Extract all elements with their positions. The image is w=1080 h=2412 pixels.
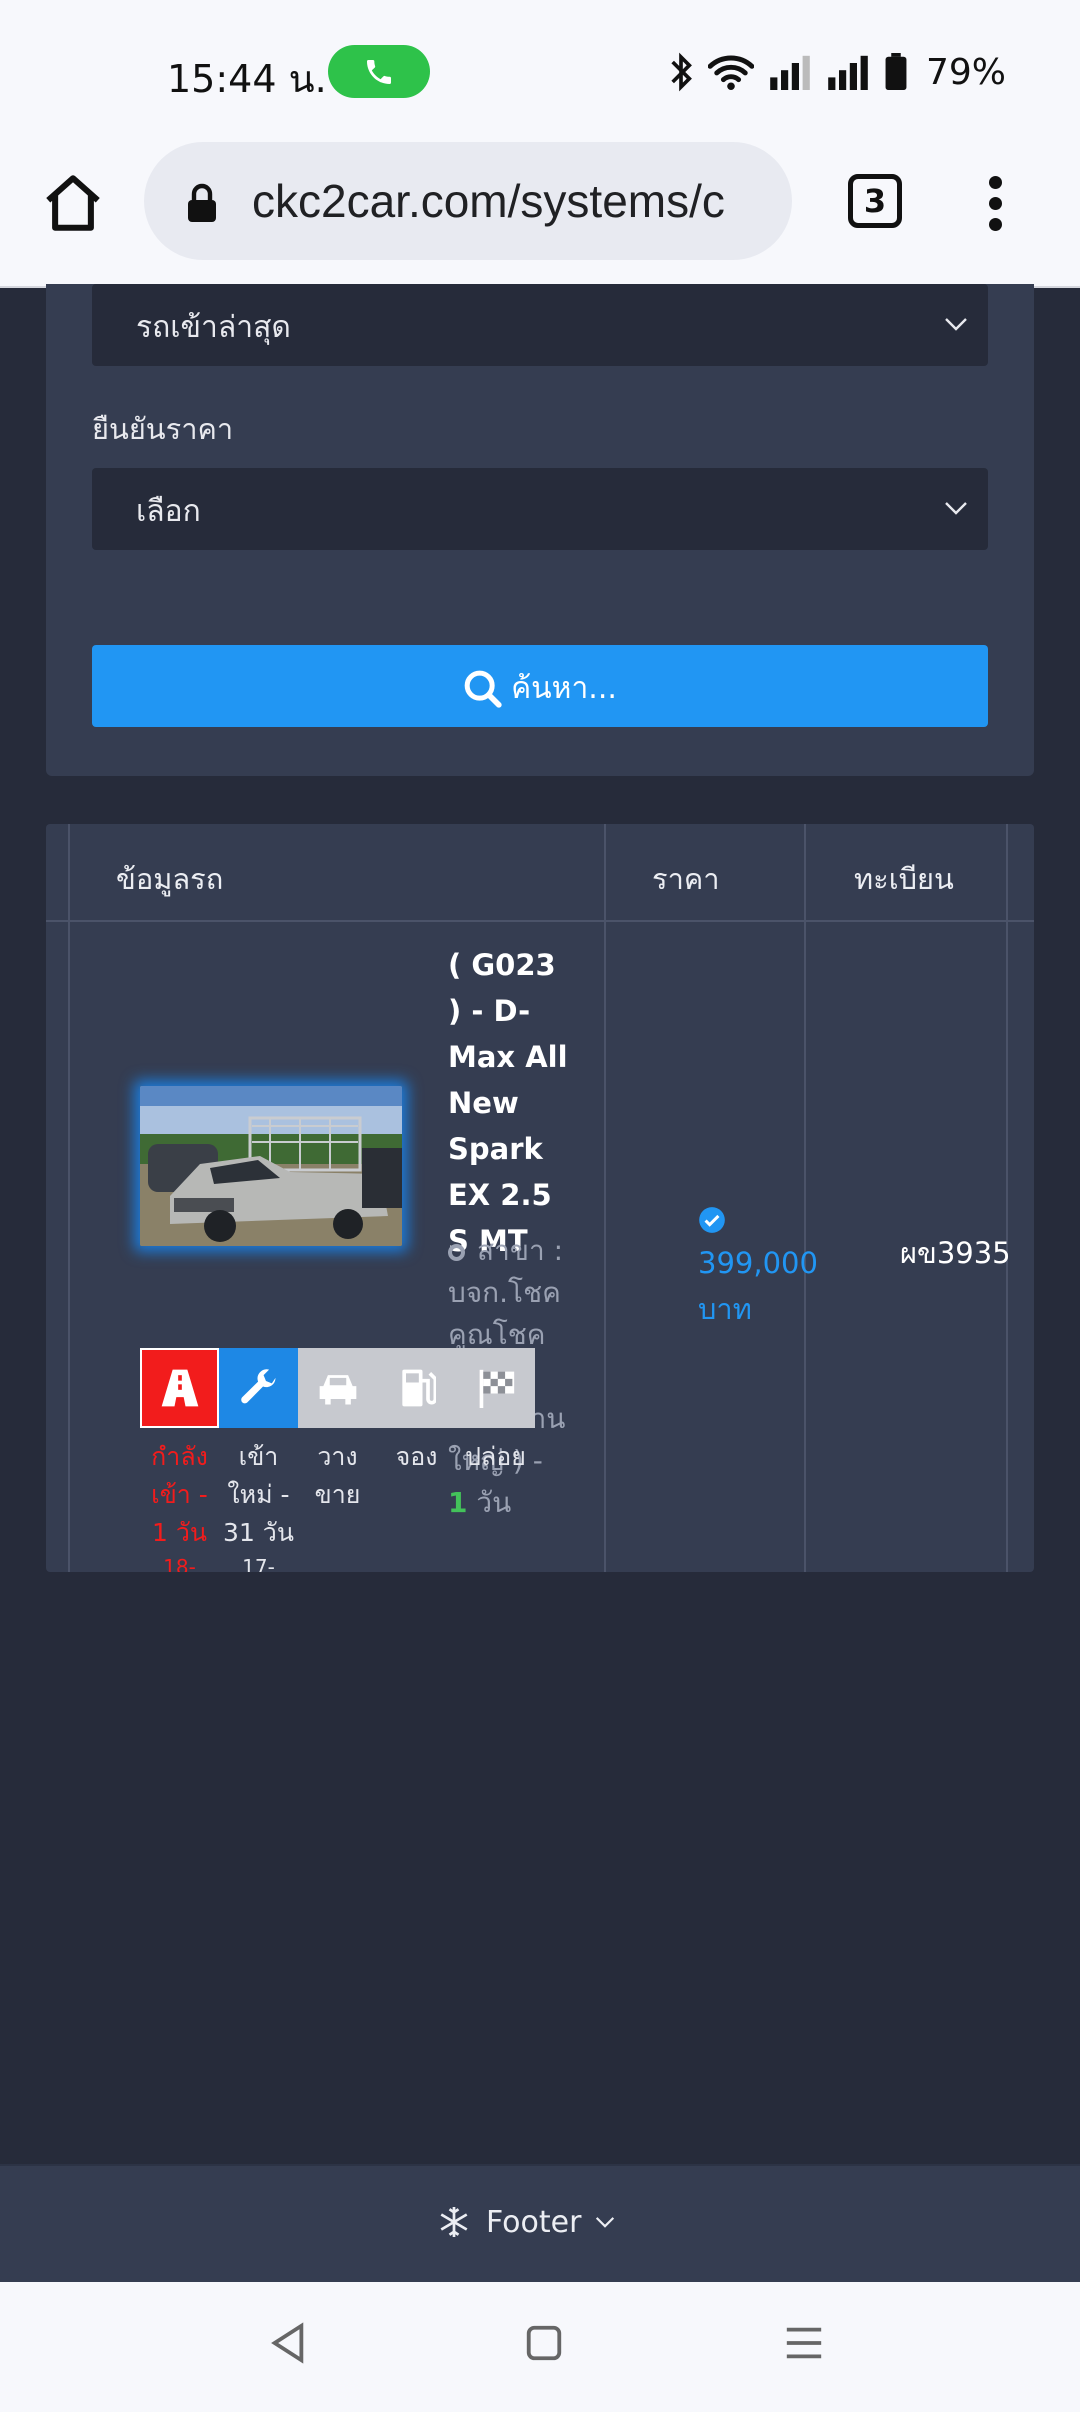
header-price[interactable]: ราคา: [652, 856, 720, 902]
stage-new[interactable]: [219, 1348, 298, 1428]
lock-icon: [188, 183, 216, 222]
stage-incoming[interactable]: [140, 1348, 219, 1428]
car-table: ข้อมูลรถ ราคา ทะเบียน ( G023 ) - D-Max A: [46, 824, 1034, 1572]
header-plate[interactable]: ทะเบียน: [854, 856, 954, 902]
header-divider: [46, 920, 1034, 922]
column-divider: [1006, 824, 1008, 1572]
footer-label: Footer: [486, 2204, 582, 2240]
stage-icons: [140, 1348, 535, 1428]
home-icon[interactable]: [40, 170, 106, 236]
battery-icon: [885, 53, 907, 91]
signal-icon-2: [828, 55, 868, 90]
price-confirm-value: เลือก: [136, 494, 201, 529]
circle-icon: [448, 1243, 465, 1261]
price-value: 399,000 บาท: [698, 1246, 818, 1326]
browser-toolbar: ckc2car.com/systems/c 3: [0, 140, 1080, 288]
stage-label-released: ปล่อย: [465, 1442, 526, 1471]
home-nav-icon[interactable]: [524, 2322, 564, 2364]
plate-value: ผข3935: [900, 1236, 1011, 1270]
column-divider: [68, 824, 70, 1572]
back-icon[interactable]: [268, 2322, 308, 2364]
search-button-label: ค้นหา...: [511, 671, 617, 706]
price-confirm-label: ยืนยันราคา: [92, 412, 234, 446]
stage-for-sale[interactable]: [298, 1348, 377, 1428]
column-divider: [604, 824, 606, 1572]
stage-label-for-sale: วางขาย: [314, 1442, 361, 1509]
wrench-icon: [240, 1369, 276, 1404]
phone-icon: [367, 60, 391, 84]
tab-switcher-button[interactable]: 3: [848, 174, 902, 228]
recents-icon[interactable]: [784, 2322, 824, 2364]
search-button[interactable]: ค้นหา...: [92, 645, 988, 727]
ongoing-call-indicator[interactable]: [328, 45, 430, 98]
price-cell: 399,000 บาท: [698, 1206, 818, 1332]
signal-icon: [770, 55, 810, 90]
stage-reserved[interactable]: [377, 1348, 456, 1428]
footer-toggle[interactable]: Footer: [0, 2164, 1080, 2282]
price-confirm-select[interactable]: เลือก: [92, 468, 988, 550]
snowflake-icon: [440, 2207, 468, 2237]
status-bar: 15:44 น. 79%: [0, 0, 1080, 140]
more-options-icon[interactable]: [982, 176, 1008, 232]
chevron-down-icon: [945, 318, 967, 331]
clock: 15:44 น.: [167, 57, 327, 101]
address-bar[interactable]: ckc2car.com/systems/c: [144, 142, 792, 260]
filter-panel: รถเข้าล่าสุด ยืนยันราคา เลือก ค้นหา...: [46, 284, 1034, 776]
system-navigation-bar: [0, 2282, 1080, 2412]
search-icon: [464, 670, 502, 708]
car-icon: [319, 1375, 356, 1405]
wifi-icon: [708, 55, 754, 91]
car-photo[interactable]: [140, 1086, 402, 1246]
column-divider: [804, 824, 806, 1572]
stage-label-incoming: กำลังเข้า - 1 วัน18-ส.ค.-2565: [151, 1442, 208, 1572]
sort-select-value: รถเข้าล่าสุด: [136, 310, 291, 345]
stage-label-reserved: จอง: [395, 1442, 438, 1471]
chevron-down-icon: [596, 2217, 615, 2228]
stage-label-new: เข้าใหม่ - 31 วัน17-ก.ย.-2565: [223, 1442, 294, 1572]
stage-released[interactable]: [456, 1348, 535, 1428]
chevron-down-icon: [945, 502, 967, 515]
road-icon: [161, 1369, 198, 1407]
bluetooth-icon: [671, 52, 692, 92]
status-icons: 79%: [668, 48, 1006, 96]
page-content: รถเข้าล่าสุด ยืนยันราคา เลือก ค้นหา... ข…: [0, 284, 1080, 2164]
gas-pump-icon: [401, 1369, 436, 1407]
url-text: ckc2car.com/systems/c: [252, 175, 725, 227]
battery-percent: 79%: [926, 51, 1007, 93]
check-circle-icon: [699, 1207, 725, 1233]
car-title[interactable]: ( G023 ) - D-Max All New Spark EX 2.5 S …: [448, 942, 568, 1264]
checkered-flag-icon: [479, 1369, 514, 1408]
stage-labels: กำลังเข้า - 1 วัน18-ส.ค.-2565 เข้าใหม่ -…: [140, 1438, 535, 1572]
sort-select[interactable]: รถเข้าล่าสุด: [92, 284, 988, 366]
header-car-info[interactable]: ข้อมูลรถ: [116, 856, 223, 902]
